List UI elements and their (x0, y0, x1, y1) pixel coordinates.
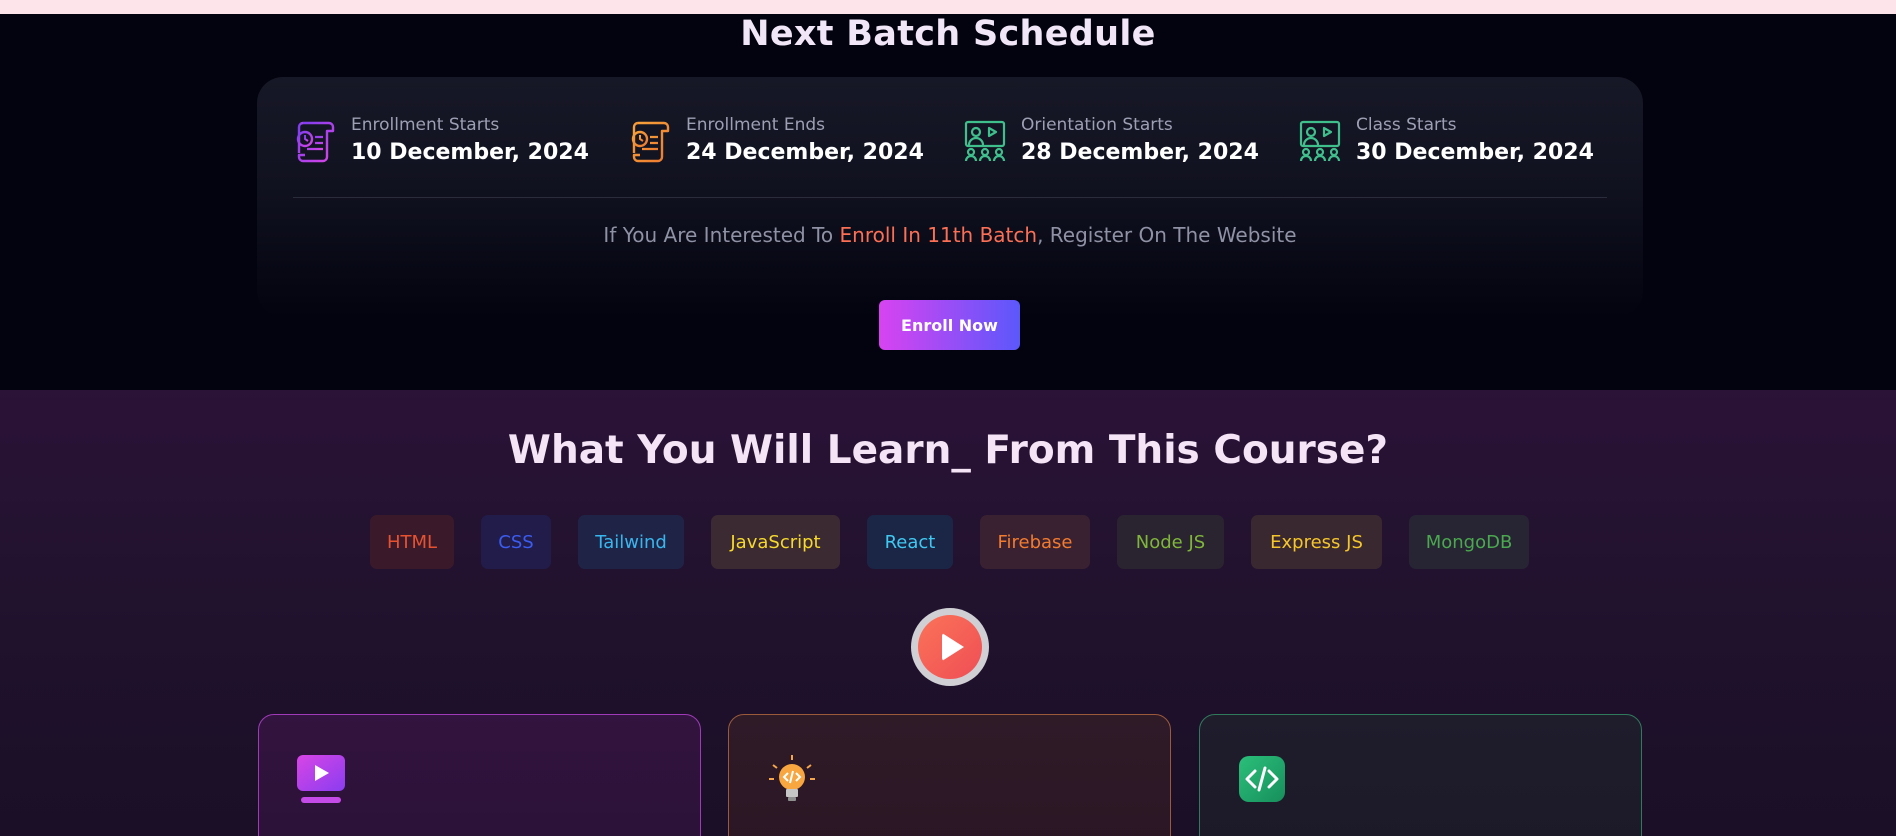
tag-react[interactable]: React (867, 515, 953, 569)
schedule-date: 28 December, 2024 (1021, 140, 1259, 165)
enroll-now-button[interactable]: Enroll Now (879, 300, 1020, 350)
register-highlight: Enroll In 11th Batch (839, 223, 1038, 247)
learn-section: What You Will Learn_ From This Course? H… (0, 390, 1896, 836)
code-brackets-icon (1239, 756, 1285, 802)
schedule-label: Orientation Starts (1021, 115, 1173, 135)
tag-html[interactable]: HTML (370, 515, 454, 569)
lightbulb-code-icon (769, 755, 815, 801)
schedule-date: 30 December, 2024 (1356, 140, 1594, 165)
schedule-label: Enrollment Starts (351, 115, 500, 135)
batch-card: Enrollment Starts 10 December, 2024 Enro… (257, 77, 1643, 317)
video-lesson-icon (297, 755, 345, 803)
play-video-button[interactable] (911, 608, 989, 686)
tag-tailwind[interactable]: Tailwind (578, 515, 684, 569)
learn-title: What You Will Learn_ From This Course? (507, 428, 1389, 473)
tag-express-js[interactable]: Express JS (1251, 515, 1382, 569)
scroll-calendar-icon (631, 121, 670, 163)
schedule-label: Enrollment Ends (686, 115, 826, 135)
tag-firebase[interactable]: Firebase (980, 515, 1090, 569)
scroll-calendar-icon (296, 121, 335, 163)
video-class-icon (964, 120, 1006, 162)
register-prefix: If You Are Interested To (603, 223, 840, 247)
video-class-icon (1299, 120, 1341, 162)
tag-node-js[interactable]: Node JS (1117, 515, 1224, 569)
batch-title: Next Batch Schedule (740, 14, 1156, 54)
schedule-date: 24 December, 2024 (686, 140, 924, 165)
top-strip (0, 0, 1896, 14)
schedule-item-class-starts: Class Starts 30 December, 2024 (1298, 110, 1618, 170)
tag-mongodb[interactable]: MongoDB (1409, 515, 1529, 569)
register-text: If You Are Interested To Enroll In 11th … (257, 223, 1643, 247)
card-divider (293, 197, 1607, 198)
play-icon (918, 615, 982, 679)
schedule-item-enrollment-starts: Enrollment Starts 10 December, 2024 (293, 110, 613, 170)
register-suffix: , Register On The Website (1037, 223, 1297, 247)
feature-card-code[interactable] (1199, 714, 1642, 836)
schedule-row: Enrollment Starts 10 December, 2024 Enro… (293, 110, 1613, 170)
feature-card-idea[interactable] (728, 714, 1171, 836)
batch-schedule-section: Next Batch Schedule Enrollment Starts 10… (0, 14, 1896, 390)
schedule-label: Class Starts (1356, 115, 1457, 135)
schedule-item-orientation-starts: Orientation Starts 28 December, 2024 (963, 110, 1283, 170)
schedule-item-enrollment-ends: Enrollment Ends 24 December, 2024 (628, 110, 948, 170)
feature-card-video[interactable] (258, 714, 701, 836)
tag-javascript[interactable]: JavaScript (711, 515, 840, 569)
tag-css[interactable]: CSS (481, 515, 551, 569)
schedule-date: 10 December, 2024 (351, 140, 589, 165)
